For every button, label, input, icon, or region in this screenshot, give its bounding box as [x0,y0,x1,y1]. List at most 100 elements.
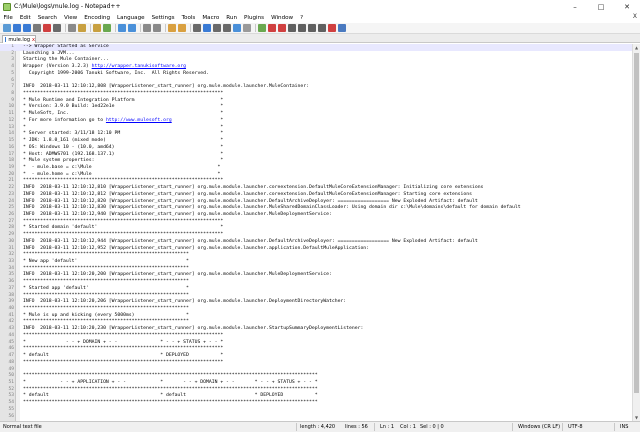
menu-help[interactable]: ? [297,15,307,21]
menu-file[interactable]: File [0,15,16,21]
editor-line[interactable]: 44 **************************************… [0,333,632,340]
line-text: * New app 'default' * [23,259,189,264]
editor-line[interactable]: 4 Wrapper (Version 3.2.3) http://wrapper.… [0,64,632,71]
toolbar-button-icon-24[interactable] [268,24,276,32]
maximize-button[interactable]: □ [588,0,614,13]
editor-line[interactable]: 19 * - mule.base = c:\Mule * [0,165,632,172]
toolbar-button-icon-21[interactable] [233,24,241,32]
line-text: INFO 2018-03-11 12:10:20,230 [WrapperLis… [23,326,364,332]
toolbar-button-icon-31[interactable] [338,24,346,32]
minimize-button[interactable]: – [562,0,588,13]
toolbar-button-icon-25[interactable] [278,24,286,32]
toolbar-separator [165,24,166,32]
menu-plugins[interactable]: Plugins [241,15,268,21]
editor-line[interactable]: 54 **************************************… [0,400,632,407]
status-eol[interactable]: Windows (CR LF) [518,424,560,430]
editor-line[interactable]: 15 * JDK: 1.8.0_161 (mixed mode) * [0,138,632,145]
toolbar-button-icon-27[interactable] [298,24,306,32]
editor-line[interactable]: 43 INFO 2018-03-11 12:10:20,230 [WrapperL… [0,326,632,333]
status-encoding[interactable]: UTF-8 [568,424,583,430]
menu-language[interactable]: Language [114,15,149,21]
menu-encoding[interactable]: Encoding [81,15,114,21]
menu-run[interactable]: Run [223,15,241,21]
editor-line[interactable]: 8 ***************************************… [0,91,632,98]
toolbar-button-icon-5[interactable] [43,24,51,32]
editor-line[interactable]: 23 INFO 2018-03-11 12:10:12,812 [WrapperL… [0,192,632,199]
editor-line[interactable]: 22 INFO 2018-03-11 12:10:12,810 [WrapperL… [0,185,632,192]
scroll-up-icon[interactable]: ▲ [633,44,640,51]
close-button[interactable]: ✕ [614,0,640,13]
editor-line[interactable]: 37 * Started app 'default' * [0,286,632,293]
line-text: * Started app 'default' * [23,285,189,291]
menu-window[interactable]: Window [268,15,297,21]
menu-settings[interactable]: Settings [148,15,178,21]
toolbar-button-icon-12[interactable] [128,24,136,32]
toolbar-button-icon-6[interactable] [53,24,61,32]
toolbar-button-icon-17[interactable] [193,24,201,32]
editor-line[interactable]: 56 [0,414,632,421]
editor-line[interactable]: 12 * For more information go to http://ww… [0,118,632,125]
line-number: 18 [8,158,14,164]
toolbar-button-icon-9[interactable] [93,24,101,32]
text-editor[interactable]: 1 --> Wrapper Started as Service 2 Launchin… [0,44,632,421]
line-number: 1 [11,44,14,49]
toolbar-button-icon-1[interactable] [3,24,11,32]
toolbar-button-icon-19[interactable] [213,24,221,32]
toolbar-button-icon-28[interactable] [308,24,316,32]
toolbar-button-icon-10[interactable] [103,24,111,32]
menu-tools[interactable]: Tools [178,15,199,21]
status-insert-mode[interactable]: INS [620,424,628,430]
editor-line[interactable]: 18 * Mule system properties: * [0,158,632,165]
menu-bar: File Edit Search View Encoding Language Settin… [0,13,640,23]
toolbar-button-icon-18[interactable] [203,24,211,32]
tab-close-icon[interactable]: x [32,37,35,43]
toolbar-button-icon-7[interactable] [68,24,76,32]
editor-line[interactable]: 40 **************************************… [0,306,632,313]
editor-lines[interactable]: 1 --> Wrapper Started as Service 2 Launchin… [0,44,632,420]
toolbar-button-icon-29[interactable] [318,24,326,32]
toolbar-button-icon-15[interactable] [168,24,176,32]
menu-search[interactable]: Search [34,15,60,21]
editor-line[interactable]: 16 * OS: Windows 10 - (10.0, amd64) * [0,145,632,152]
toolbar-button-icon-13[interactable] [143,24,151,32]
editor-line[interactable]: 55 [0,407,632,414]
menu-edit[interactable]: Edit [16,15,34,21]
editor-line[interactable]: 32 **************************************… [0,252,632,259]
scroll-down-icon[interactable]: ▼ [633,414,640,421]
vertical-scrollbar[interactable]: ▲ ▼ [632,44,640,421]
toolbar-button-icon-26[interactable] [288,24,296,32]
menu-view[interactable]: View [60,15,80,21]
toolbar-button-icon-4[interactable] [33,24,41,32]
editor-line[interactable]: 1 --> Wrapper Started as Service [0,44,632,51]
scrollbar-thumb[interactable] [634,53,639,393]
close-document-icon[interactable]: X [633,13,637,20]
toolbar-button-icon-23[interactable] [258,24,266,32]
toolbar-button-icon-20[interactable] [223,24,231,32]
toolbar-button-icon-11[interactable] [118,24,126,32]
toolbar-button-icon-2[interactable] [13,24,21,32]
editor-line[interactable]: 25 INFO 2018-03-11 12:10:12,830 [WrapperL… [0,205,632,212]
tab-mule-log[interactable]: mule.log x [2,35,36,43]
toolbar-button-icon-3[interactable] [23,24,31,32]
toolbar-button-icon-14[interactable] [153,24,161,32]
editor-line[interactable]: 50 **************************************… [0,373,632,380]
line-text: ****************************************… [23,91,224,97]
editor-line[interactable]: 5 Copyright 1999-2006 Tanuki Software, I… [0,71,632,78]
toolbar-button-icon-22[interactable] [243,24,251,32]
editor-line[interactable]: 26 INFO 2018-03-11 12:10:12,940 [WrapperL… [0,212,632,219]
menu-macro[interactable]: Macro [199,15,223,21]
toolbar-button-icon-30[interactable] [328,24,336,32]
editor-line[interactable]: 30 INFO 2018-03-11 12:10:12,944 [WrapperL… [0,239,632,246]
editor-line[interactable]: 33 * New app 'default' * [0,259,632,266]
editor-line[interactable]: 51 * - - + APPLICATION + - - * - - + DOMA… [0,380,632,387]
toolbar-button-icon-16[interactable] [178,24,186,32]
url-link[interactable]: http://www.mulesoft.org [106,118,172,123]
toolbar-button-icon-8[interactable] [78,24,86,32]
editor-line[interactable]: 36 **************************************… [0,279,632,286]
editor-line[interactable]: 48 **************************************… [0,360,632,367]
line-number: 47 [8,353,14,359]
editor-line[interactable]: 29 **************************************… [0,232,632,239]
editor-line[interactable]: 47 * default * DEPLOYED * [0,353,632,360]
url-link[interactable]: http://wrapper.tanukisoftware.org [92,64,186,69]
editor-line[interactable]: 11 * MuleSoft, Inc. * [0,111,632,118]
